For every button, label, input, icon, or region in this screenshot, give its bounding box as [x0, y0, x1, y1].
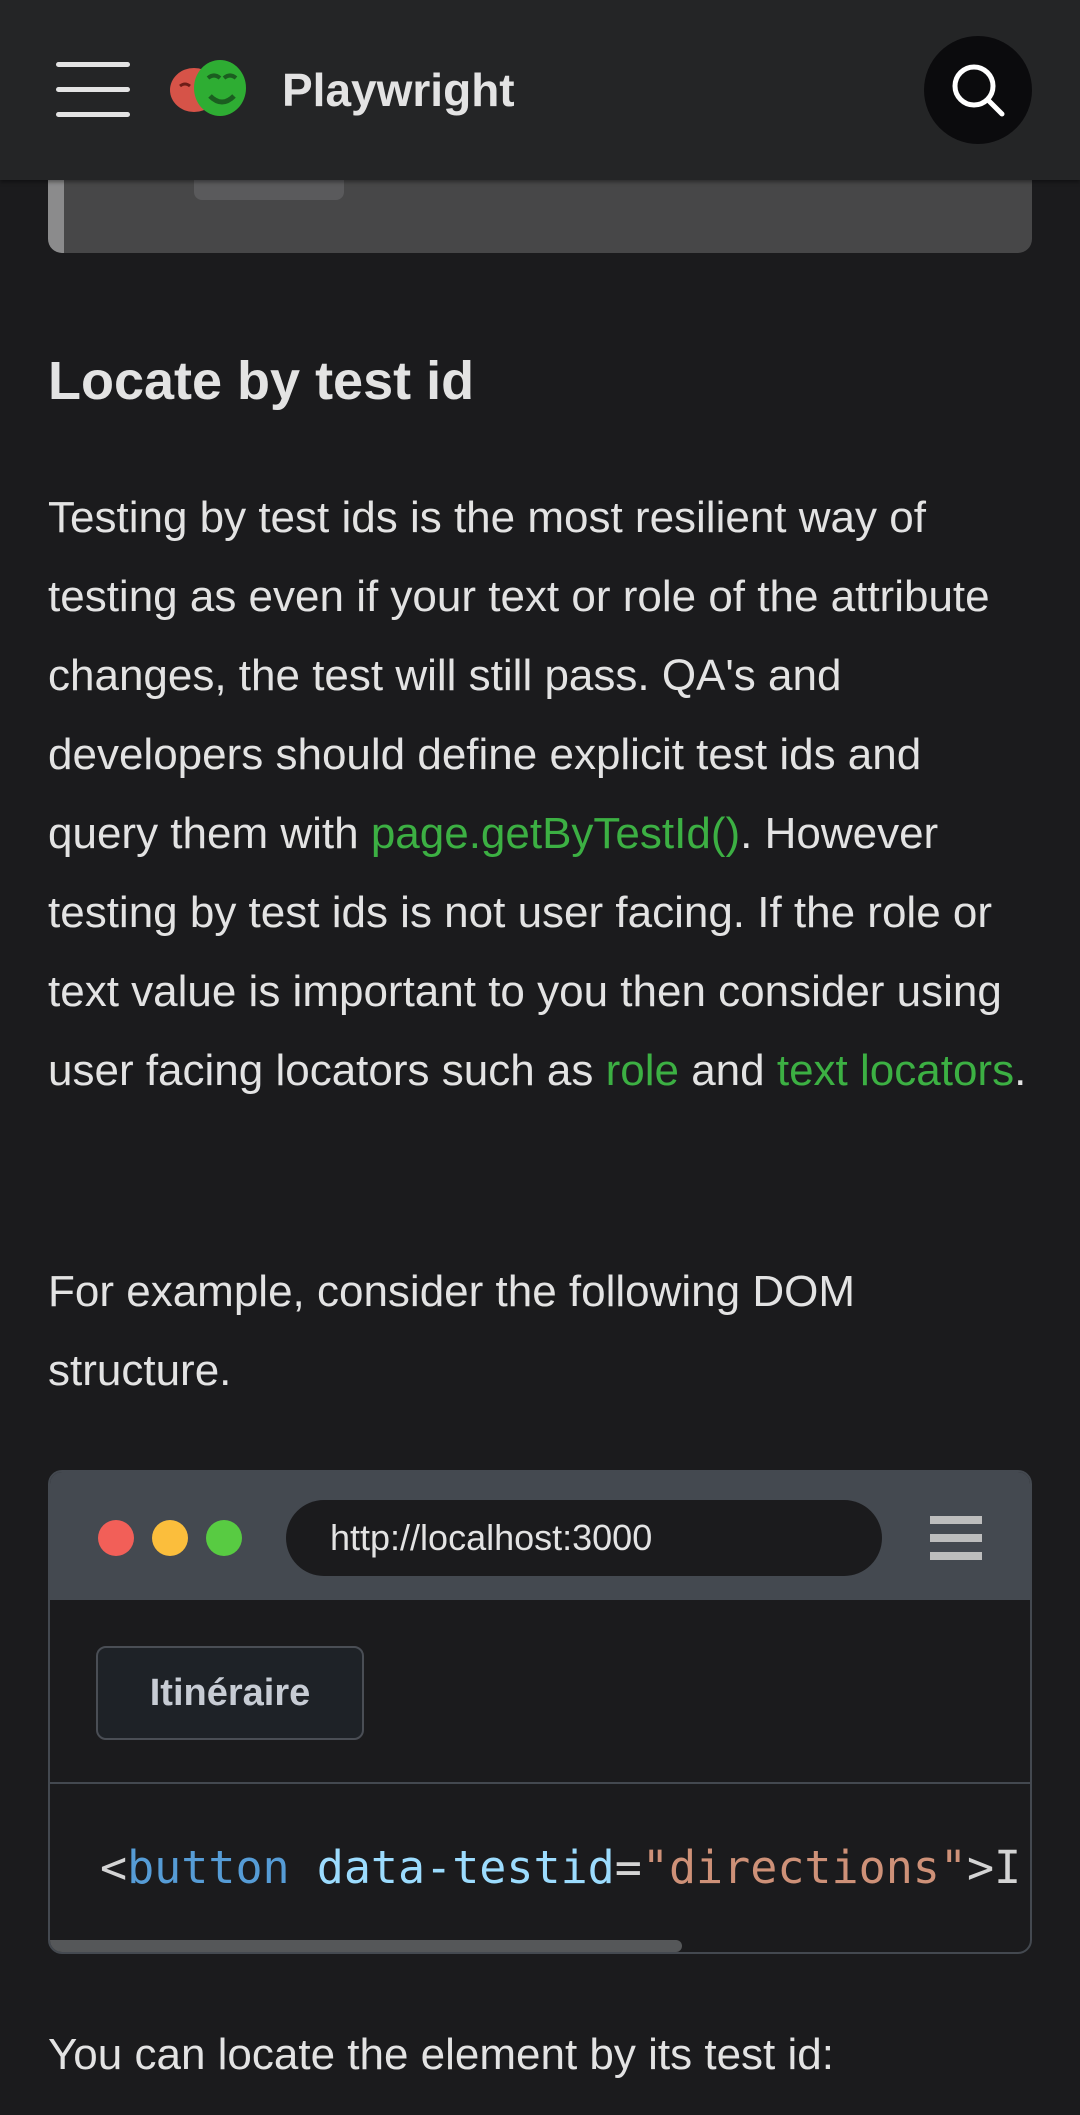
playwright-logo[interactable]: [166, 56, 252, 122]
brand-title[interactable]: Playwright: [282, 60, 515, 120]
browser-mockup: http://localhost:3000 Itinéraire <button…: [48, 1470, 1032, 1954]
window-minimize-dot: [152, 1520, 188, 1556]
para-text: .: [1014, 1046, 1027, 1095]
code-attr: data-testid: [316, 1841, 615, 1894]
navbar: Playwright: [0, 0, 1080, 180]
browser-menu-icon: [930, 1516, 982, 1560]
code-punct: >I: [966, 1841, 1022, 1894]
hamburger-menu-icon[interactable]: [56, 60, 130, 118]
address-bar: http://localhost:3000: [286, 1500, 882, 1576]
section-heading: Locate by test id: [48, 351, 475, 411]
search-icon: [952, 64, 1005, 117]
horizontal-scrollbar[interactable]: [50, 1940, 682, 1952]
link-text-locators[interactable]: text locators: [777, 1046, 1014, 1095]
browser-body: Itinéraire: [50, 1600, 1030, 1784]
code-tag: button: [127, 1841, 290, 1894]
itineraire-button[interactable]: Itinéraire: [96, 1646, 364, 1740]
code-punct: <: [100, 1841, 128, 1894]
code-block[interactable]: <button data-testid="directions">I: [50, 1786, 1030, 1940]
window-close-dot: [98, 1520, 134, 1556]
link-get-by-test-id[interactable]: page.getByTestId(): [371, 809, 740, 858]
code-string: "directions": [641, 1841, 967, 1894]
para-text: and: [678, 1046, 777, 1095]
browser-header: http://localhost:3000: [50, 1472, 1030, 1600]
paragraph-example: For example, consider the following DOM …: [48, 1267, 855, 1395]
para-text: Testing by test ids is the most resilien…: [48, 493, 990, 858]
paragraph-test-id: Testing by test ids is the most resilien…: [48, 478, 1038, 1110]
code-punct: =: [614, 1841, 642, 1894]
window-maximize-dot: [206, 1520, 242, 1556]
code-line: <button data-testid="directions">I: [100, 1836, 1021, 1900]
paragraph-locate: You can locate the element by its test i…: [48, 2030, 834, 2079]
search-button[interactable]: [924, 36, 1032, 144]
link-role[interactable]: role: [606, 1046, 679, 1095]
